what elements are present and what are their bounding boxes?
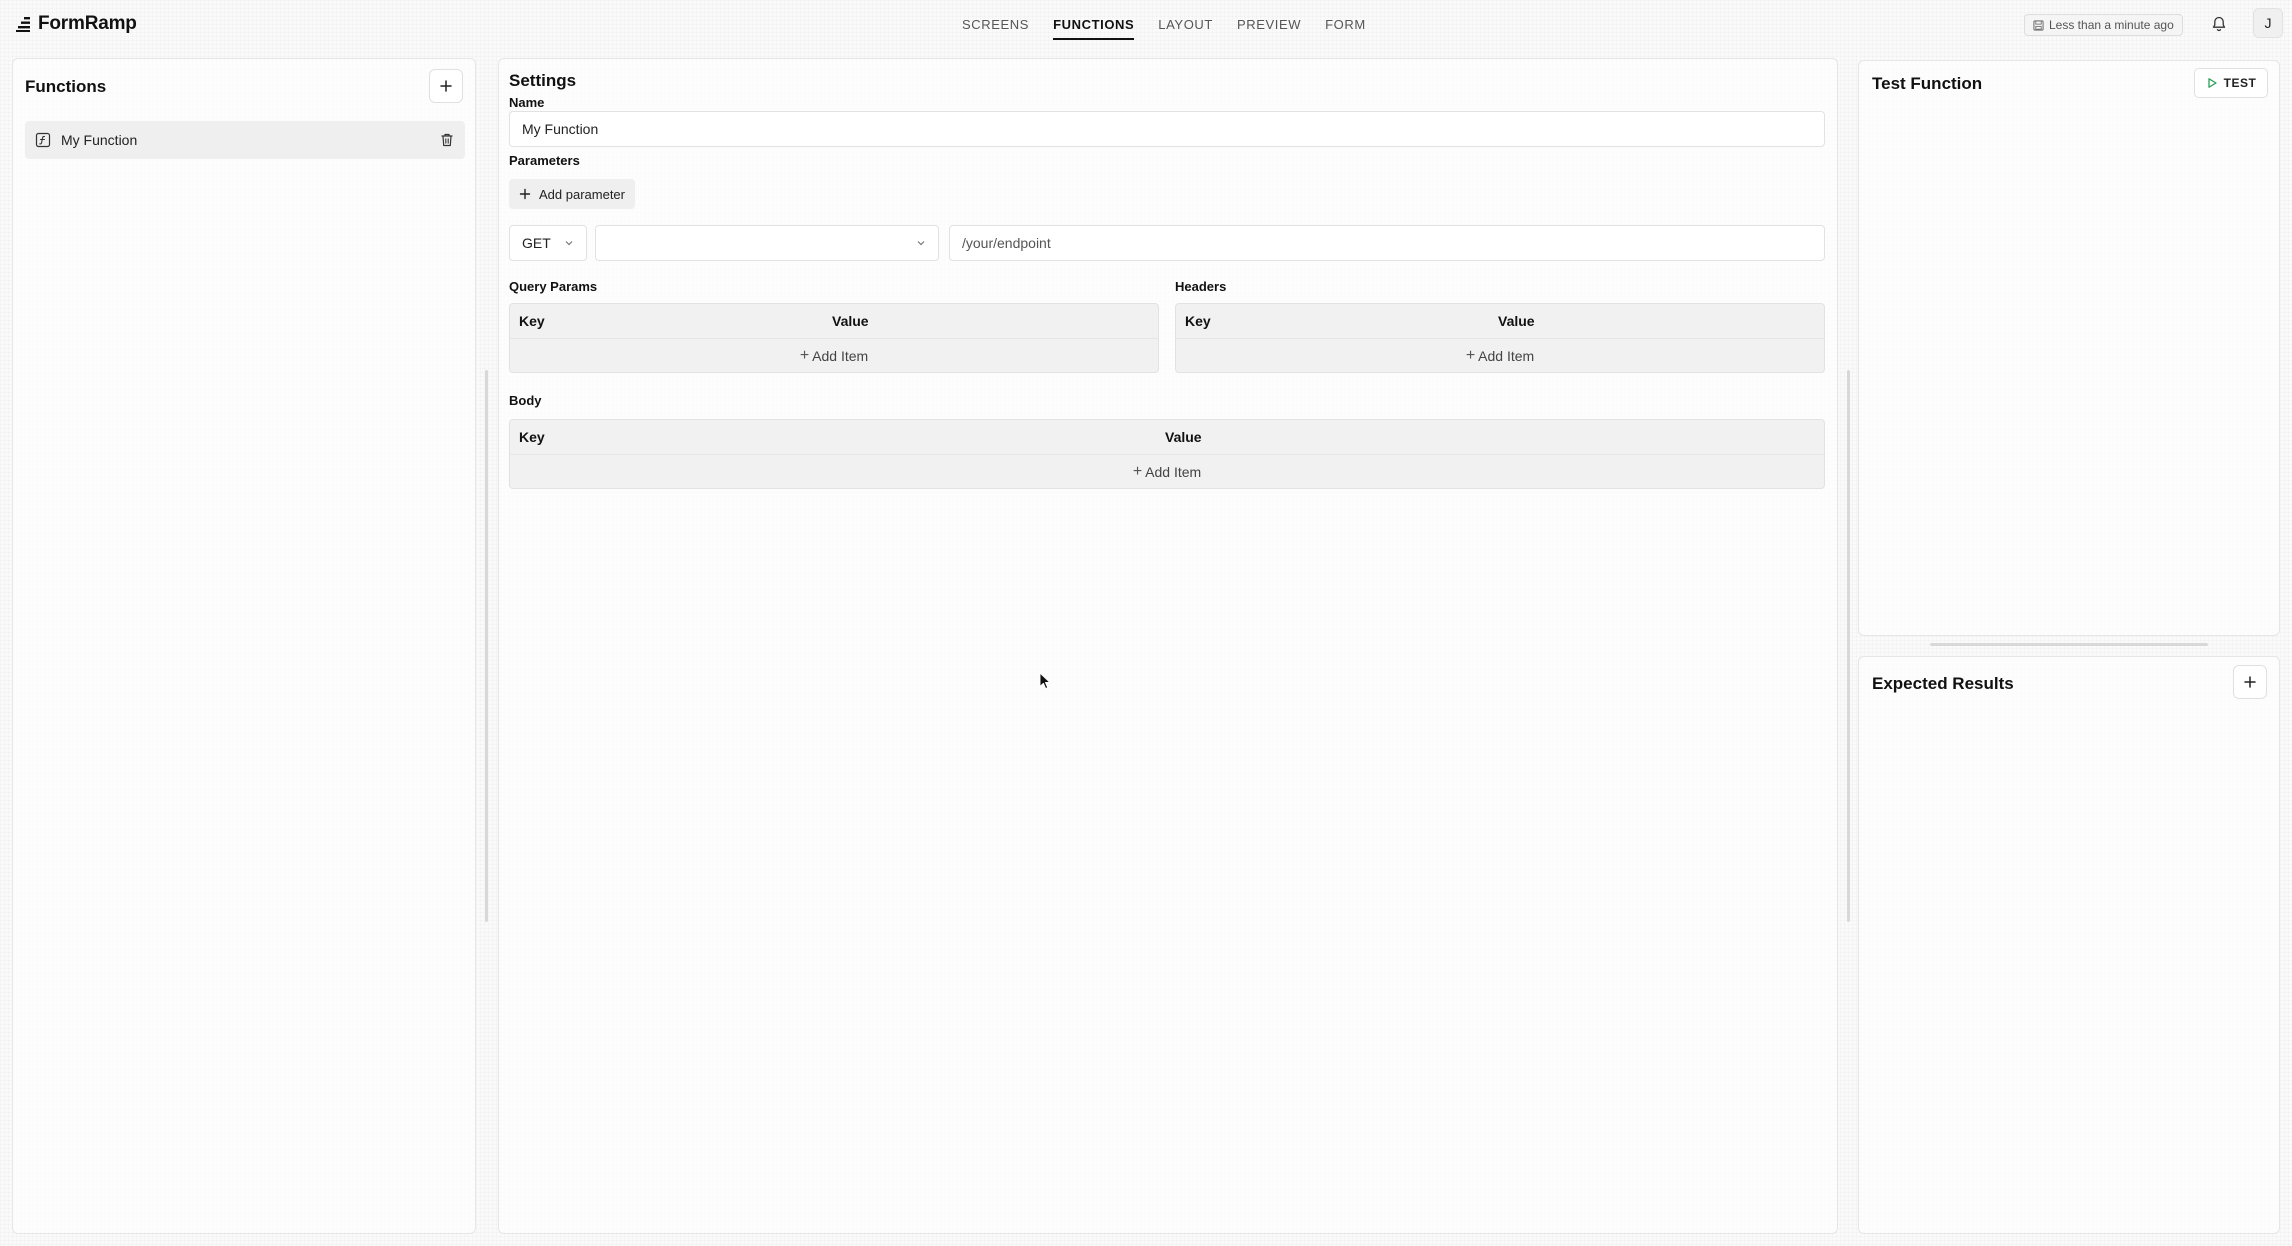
function-item-label: My Function [61, 132, 138, 148]
body-label: Body [509, 393, 542, 408]
functions-title: Functions [25, 77, 107, 96]
key-column-header: Key [519, 429, 545, 445]
plus-icon: + [1132, 462, 1143, 480]
function-list-item[interactable]: My Function [25, 121, 465, 159]
settings-title: Settings [509, 71, 577, 90]
plus-icon: + [1465, 346, 1476, 364]
chevron-down-icon [917, 241, 925, 246]
plus-icon [440, 80, 452, 92]
tab-preview[interactable]: PREVIEW [1225, 12, 1313, 38]
function-icon [35, 132, 51, 148]
tab-screens[interactable]: SCREENS [950, 12, 1041, 38]
play-icon [2208, 78, 2217, 88]
right-resize-handle[interactable] [1847, 370, 1850, 922]
add-header-button[interactable]: + Add Item [1176, 338, 1824, 372]
key-column-header: Key [1185, 313, 1211, 329]
add-item-label: Add Item [1478, 347, 1535, 364]
tab-layout[interactable]: LAYOUT [1146, 12, 1225, 38]
add-item-label: Add Item [812, 347, 869, 364]
test-button-label: TEST [2223, 76, 2257, 90]
main-nav: SCREENS FUNCTIONS LAYOUT PREVIEW FORM [950, 12, 1378, 40]
add-query-param-button[interactable]: + Add Item [510, 338, 1158, 372]
http-method-value: GET [522, 235, 551, 251]
chevron-down-icon [565, 241, 573, 246]
table-header: Key Value [1176, 304, 1824, 338]
formramp-logo-icon [16, 17, 30, 32]
app-name: FormRamp [38, 13, 137, 34]
test-button[interactable]: TEST [2194, 68, 2268, 98]
settings-panel: Settings Name My Function Parameters Add… [498, 58, 1838, 1234]
expected-results-panel: Expected Results [1858, 656, 2280, 1234]
trash-icon[interactable] [439, 132, 455, 148]
tab-form[interactable]: FORM [1313, 12, 1378, 38]
query-params-label: Query Params [509, 279, 598, 294]
plus-icon: + [799, 346, 810, 364]
query-params-table: Key Value + Add Item [509, 303, 1159, 373]
add-function-button[interactable] [429, 69, 463, 103]
add-body-item-button[interactable]: + Add Item [510, 454, 1824, 488]
left-resize-handle[interactable] [485, 370, 488, 922]
table-header: Key Value [510, 420, 1824, 454]
plus-icon [2244, 676, 2256, 688]
table-header: Key Value [510, 304, 1158, 338]
test-function-panel: Test Function [1858, 60, 2280, 636]
plus-icon [519, 188, 531, 200]
parameters-label: Parameters [509, 153, 580, 168]
add-expected-result-button[interactable] [2233, 665, 2267, 699]
value-column-header: Value [1165, 429, 1202, 445]
endpoint-input[interactable]: /your/endpoint [949, 225, 1825, 261]
save-status-badge: Less than a minute ago [2024, 14, 2183, 36]
add-parameter-button[interactable]: Add parameter [509, 179, 635, 209]
http-method-select[interactable]: GET [509, 225, 587, 261]
add-item-label: Add Item [1145, 463, 1202, 480]
base-url-select[interactable] [595, 225, 939, 261]
tab-functions[interactable]: FUNCTIONS [1041, 12, 1146, 40]
top-bar: FormRamp SCREENS FUNCTIONS LAYOUT PREVIE… [0, 0, 2292, 50]
name-label: Name [509, 95, 545, 110]
save-status-text: Less than a minute ago [2049, 18, 2174, 32]
key-column-header: Key [519, 313, 545, 329]
app-logo[interactable]: FormRamp [16, 11, 137, 37]
save-icon [2033, 19, 2044, 31]
add-parameter-label: Add parameter [539, 186, 625, 202]
headers-label: Headers [1175, 279, 1227, 294]
right-split-handle[interactable] [1930, 643, 2208, 646]
value-column-header: Value [832, 313, 869, 329]
expected-results-title: Expected Results [1872, 674, 2014, 693]
notifications-button[interactable] [2208, 13, 2230, 35]
bell-icon [2212, 16, 2226, 32]
body-table: Key Value + Add Item [509, 419, 1825, 489]
headers-table: Key Value + Add Item [1175, 303, 1825, 373]
user-avatar[interactable]: J [2253, 8, 2283, 38]
test-function-title: Test Function [1872, 74, 1983, 93]
functions-panel: Functions My Function [12, 58, 476, 1234]
mouse-cursor-icon [1039, 672, 1051, 689]
function-name-input[interactable]: My Function [509, 111, 1825, 147]
value-column-header: Value [1498, 313, 1535, 329]
